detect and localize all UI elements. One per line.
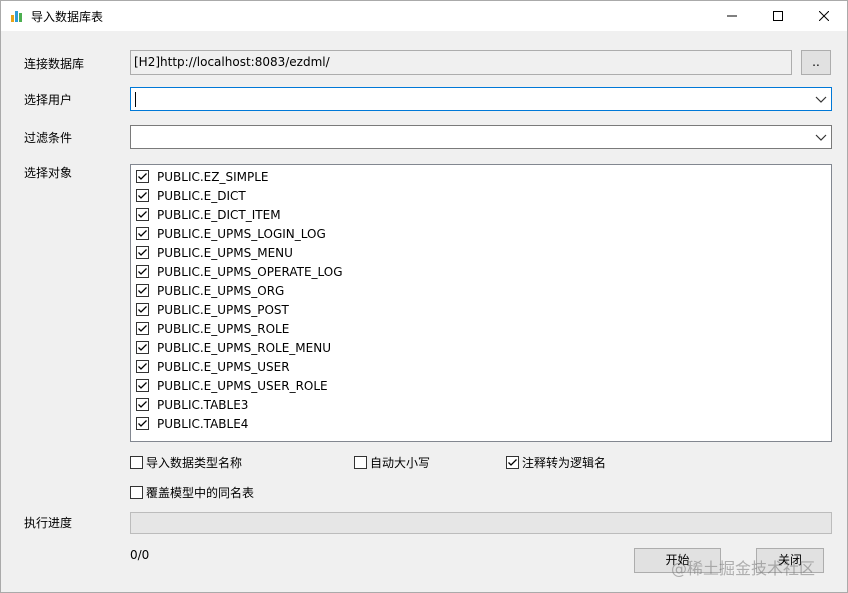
check-icon (138, 211, 147, 218)
check-icon (138, 192, 147, 199)
list-item[interactable]: PUBLIC.E_DICT_ITEM (136, 205, 281, 224)
checkbox[interactable] (136, 246, 149, 259)
checkbox[interactable] (136, 189, 149, 202)
check-icon (138, 401, 147, 408)
watermark: @稀土掘金技术社区 (671, 559, 816, 578)
checkbox[interactable] (136, 208, 149, 221)
check-icon (138, 382, 147, 389)
checkbox[interactable] (354, 456, 367, 469)
check-icon (138, 363, 147, 370)
check-icon (138, 287, 147, 294)
check-icon (138, 325, 147, 332)
objects-label: 选择对象 (24, 166, 73, 180)
object-name: PUBLIC.E_UPMS_ROLE_MENU (157, 340, 331, 355)
close-icon (819, 11, 829, 21)
title-bar: 导入数据库表 (1, 1, 847, 31)
list-item[interactable]: PUBLIC.E_UPMS_ORG (136, 281, 284, 300)
object-name: PUBLIC.TABLE4 (157, 416, 249, 431)
checkbox[interactable] (136, 341, 149, 354)
checkbox[interactable] (136, 227, 149, 240)
checkbox[interactable] (130, 456, 143, 469)
object-name: PUBLIC.E_DICT (157, 188, 246, 203)
option-comment-to-logic[interactable]: 注释转为逻辑名 (506, 454, 606, 471)
checkbox[interactable] (506, 456, 519, 469)
list-item[interactable]: PUBLIC.E_UPMS_OPERATE_LOG (136, 262, 343, 281)
check-icon (138, 268, 147, 275)
object-name: PUBLIC.E_UPMS_USER (157, 359, 290, 374)
checkbox[interactable] (136, 265, 149, 278)
check-icon (138, 230, 147, 237)
check-icon (508, 459, 517, 466)
checkbox[interactable] (136, 360, 149, 373)
option-label: 导入数据类型名称 (146, 456, 243, 470)
list-item[interactable]: PUBLIC.EZ_SIMPLE (136, 167, 269, 186)
import-db-tables-window: 导入数据库表 连接数据库 [H2]http://localhost:8083/e… (0, 0, 848, 593)
maximize-button[interactable] (755, 1, 801, 31)
object-name: PUBLIC.E_UPMS_ORG (157, 283, 285, 298)
object-name: PUBLIC.E_UPMS_POST (157, 302, 289, 317)
user-label: 选择用户 (24, 93, 73, 107)
check-icon (138, 344, 147, 351)
checkbox[interactable] (136, 322, 149, 335)
filter-label: 过滤条件 (24, 131, 73, 145)
progress-label: 执行进度 (24, 516, 73, 530)
list-item[interactable]: PUBLIC.TABLE3 (136, 395, 248, 414)
chevron-down-icon[interactable] (815, 132, 827, 142)
option-auto-case[interactable]: 自动大小写 (354, 454, 430, 471)
check-icon (138, 173, 147, 180)
option-label: 注释转为逻辑名 (522, 456, 607, 470)
checkbox[interactable] (136, 303, 149, 316)
list-item[interactable]: PUBLIC.E_DICT (136, 186, 246, 205)
check-icon (138, 306, 147, 313)
filter-select[interactable] (130, 125, 832, 149)
maximize-icon (773, 11, 783, 21)
objects-checklist[interactable]: PUBLIC.EZ_SIMPLE PUBLIC.E_DICT PUBLIC.E_… (130, 164, 832, 442)
list-item[interactable]: PUBLIC.E_UPMS_MENU (136, 243, 293, 262)
list-item[interactable]: PUBLIC.E_UPMS_POST (136, 300, 289, 319)
minimize-icon (727, 15, 737, 17)
checkbox[interactable] (136, 379, 149, 392)
list-item[interactable]: PUBLIC.E_UPMS_USER (136, 357, 290, 376)
option-label: 自动大小写 (370, 456, 431, 470)
checkbox[interactable] (136, 284, 149, 297)
progress-bar (130, 512, 832, 534)
check-icon (138, 420, 147, 427)
list-item[interactable]: PUBLIC.TABLE4 (136, 414, 248, 433)
object-name: PUBLIC.E_UPMS_ROLE (157, 321, 290, 336)
progress-counter: 0/0 (130, 548, 150, 562)
check-icon (138, 249, 147, 256)
checkbox[interactable] (136, 170, 149, 183)
object-name: PUBLIC.E_UPMS_USER_ROLE (157, 378, 328, 393)
app-bar-chart-icon (11, 11, 22, 22)
list-item[interactable]: PUBLIC.E_UPMS_ROLE_MENU (136, 338, 331, 357)
option-import-types[interactable]: 导入数据类型名称 (130, 454, 242, 471)
browse-connection-button[interactable]: .. (801, 50, 831, 75)
object-name: PUBLIC.E_UPMS_MENU (157, 245, 293, 260)
list-item[interactable]: PUBLIC.E_UPMS_USER_ROLE (136, 376, 328, 395)
object-name: PUBLIC.EZ_SIMPLE (157, 169, 269, 184)
user-select[interactable] (130, 87, 832, 111)
window-title: 导入数据库表 (31, 10, 104, 24)
option-overwrite-same[interactable]: 覆盖模型中的同名表 (130, 484, 254, 501)
close-window-button[interactable] (801, 1, 847, 31)
connection-label: 连接数据库 (24, 57, 85, 71)
object-name: PUBLIC.TABLE3 (157, 397, 249, 412)
list-item[interactable]: PUBLIC.E_UPMS_ROLE (136, 319, 289, 338)
minimize-button[interactable] (709, 1, 755, 31)
checkbox[interactable] (130, 486, 143, 499)
option-label: 覆盖模型中的同名表 (146, 486, 255, 500)
object-name: PUBLIC.E_UPMS_OPERATE_LOG (157, 264, 343, 279)
connection-field[interactable]: [H2]http://localhost:8083/ezdml/ (130, 50, 792, 75)
object-name: PUBLIC.E_DICT_ITEM (157, 207, 281, 222)
connection-value: [H2]http://localhost:8083/ezdml/ (134, 55, 330, 69)
checkbox[interactable] (136, 417, 149, 430)
checkbox[interactable] (136, 398, 149, 411)
list-item[interactable]: PUBLIC.E_UPMS_LOGIN_LOG (136, 224, 326, 243)
object-name: PUBLIC.E_UPMS_LOGIN_LOG (157, 226, 326, 241)
text-caret (135, 92, 136, 107)
chevron-down-icon[interactable] (815, 94, 827, 104)
